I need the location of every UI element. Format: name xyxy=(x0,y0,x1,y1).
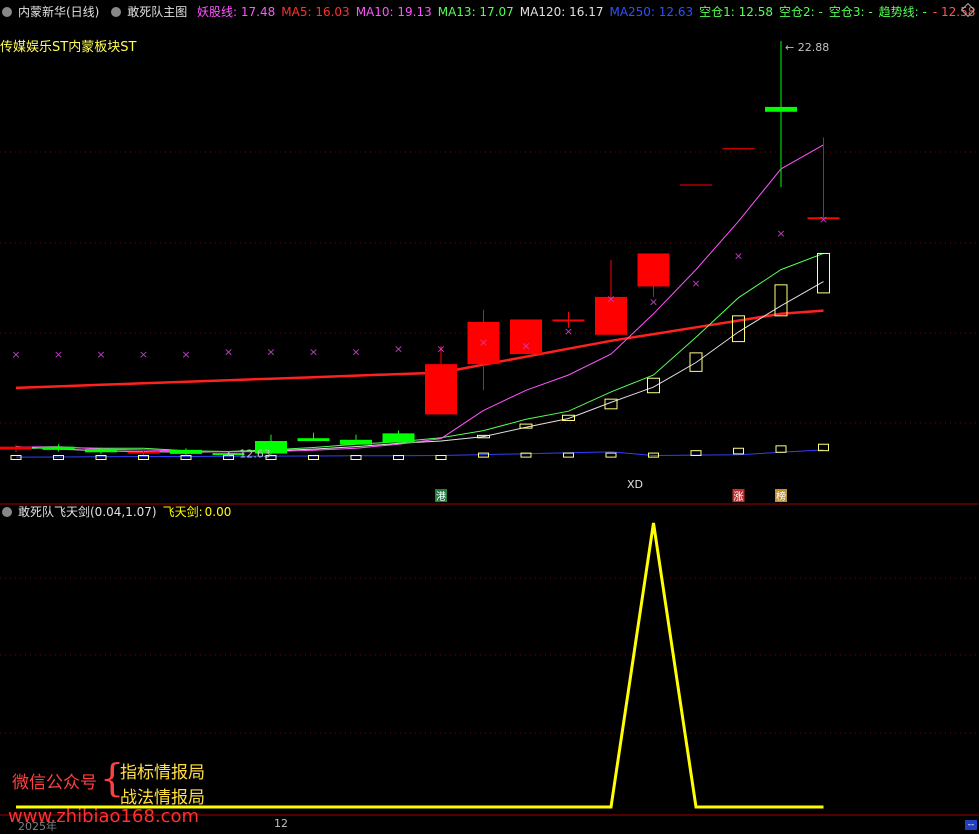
x-marker-15: × xyxy=(649,295,658,308)
candle-body-9 xyxy=(382,433,415,443)
watermark-right-bottom: 战法情报局 xyxy=(120,788,205,808)
tag-text-2: 榜 xyxy=(776,490,786,503)
candle-body-10 xyxy=(425,364,457,415)
x-marker-5: × xyxy=(224,345,233,358)
hollow-box-10 xyxy=(435,455,447,461)
yellow-box-19 xyxy=(817,252,830,294)
indicator-value-8: 空仓3: - xyxy=(828,5,873,19)
x-marker-12: × xyxy=(521,340,530,353)
indicator-value-0: 妖股线: 17.48 xyxy=(197,5,276,19)
sub-header: 敢死队飞天剑(0.04,1.07) 飞天剑: 0.00 xyxy=(0,502,237,522)
tag-text-1: 涨 xyxy=(734,491,744,503)
candle-body-2 xyxy=(85,449,117,453)
xd-label: XD xyxy=(627,478,643,491)
x-marker-19: × xyxy=(819,213,828,226)
watermark-left: 微信公众号 xyxy=(12,773,97,793)
x-marker-6: × xyxy=(266,345,275,358)
low-price-label: ← 12.63 xyxy=(227,448,271,461)
candle-body-0 xyxy=(0,446,32,450)
x-marker-16: × xyxy=(691,277,700,290)
candle-body-8 xyxy=(340,439,372,445)
scroll-button[interactable]: -- xyxy=(965,820,977,830)
indicator-value-2: MA10: 19.13 xyxy=(355,5,432,19)
x-marker-13: × xyxy=(564,325,573,338)
x-marker-9: × xyxy=(394,342,403,355)
chart-canvas: × × × × × × × × × × × × × × × × × × × × ← 22.88 ← 12.63 XD 港 涨 榜 xyxy=(0,40,979,816)
candle-body-1 xyxy=(42,446,75,450)
main-header: 内蒙新华(日线) 敢死队主图 妖股线: 17.48 MA5: 16.03 MA10:… xyxy=(0,2,979,22)
x-axis-tick: 12 xyxy=(274,817,288,830)
sub-label: 飞天剑: xyxy=(162,505,203,519)
sub-indicator-name: 敢死队飞天剑(0.04,1.07) xyxy=(18,505,157,519)
x-marker-1: × xyxy=(54,348,63,361)
tag-text-0: 港 xyxy=(436,491,446,503)
x-marker-10: × xyxy=(436,342,445,355)
x-marker-14: × xyxy=(606,293,615,306)
x-marker-0: × xyxy=(11,348,20,361)
yellow-box-15 xyxy=(647,377,660,394)
candle-body-7 xyxy=(297,438,330,442)
indicator-value-6: 空仓1: 12.58 xyxy=(699,5,774,19)
collapse-icon[interactable] xyxy=(111,7,122,17)
hollow-box-14 xyxy=(605,452,617,458)
yellow-box-18 xyxy=(774,284,788,317)
candle-body-4 xyxy=(170,449,202,454)
indicator-value-7: 空仓2: - xyxy=(779,5,823,19)
x-axis-year: 2025年 xyxy=(18,820,57,833)
x-marker-17: × xyxy=(734,249,743,262)
hollow-box-13 xyxy=(563,452,574,458)
candle-body-13 xyxy=(552,319,585,322)
candle-body-15 xyxy=(637,253,670,287)
x-marker-4: × xyxy=(181,348,190,361)
yao-line xyxy=(15,144,824,453)
indicator-name: 敢死队主图 xyxy=(127,5,188,19)
main-chart: × × × × × × × × × × × × × × × × × × × × ← 22.88 ← 12.63 XD 港 涨 榜 xyxy=(0,40,840,503)
candle-body-3 xyxy=(127,451,160,454)
candle-body-18 xyxy=(765,106,797,112)
sector-label: 传媒娱乐ST内蒙板块ST xyxy=(0,40,137,55)
x-marker-2: × xyxy=(96,348,105,361)
indicator-value-3: MA13: 17.07 xyxy=(437,5,514,19)
collapse-icon[interactable] xyxy=(2,507,12,517)
high-price-label: ← 22.88 xyxy=(785,41,829,54)
indicator-value-1: MA5: 16.03 xyxy=(281,5,350,19)
watermark-right-top: 指标情报局 xyxy=(120,763,205,783)
stock-name: 内蒙新华(日线) xyxy=(18,5,100,19)
indicator-value-5: MA250: 12.63 xyxy=(609,5,694,19)
indicator-value-4: MA120: 16.17 xyxy=(519,5,604,19)
x-marker-7: × xyxy=(309,345,318,358)
x-marker-18: × xyxy=(776,227,785,240)
hollow-box-17 xyxy=(733,447,744,455)
ma5-line xyxy=(15,309,824,390)
hollow-box-18 xyxy=(775,445,787,453)
x-marker-3: × xyxy=(139,348,148,361)
indicator-values: 妖股线: 17.48 MA5: 16.03 MA10: 19.13 MA13: 17.… xyxy=(197,5,979,19)
grid-lines xyxy=(0,151,979,816)
hollow-box-2 xyxy=(95,455,107,461)
sub-value: 0.00 xyxy=(204,505,232,519)
indicator-value-9: 趋势线: - xyxy=(878,5,927,19)
collapse-icon[interactable] xyxy=(2,7,12,17)
x-marker-8: × xyxy=(351,345,360,358)
x-marker-11: × xyxy=(479,336,488,349)
